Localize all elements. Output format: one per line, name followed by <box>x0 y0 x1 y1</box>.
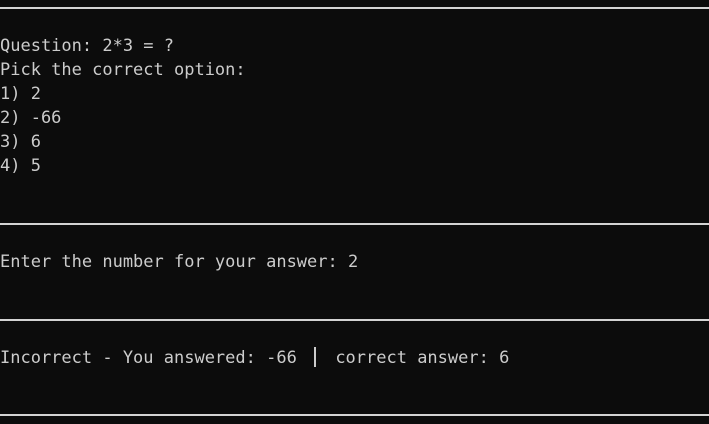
option-2: 2) -66 <box>0 108 62 128</box>
question-instruction: Pick the correct option: <box>0 60 246 80</box>
correct-answer: correct answer: 6 <box>335 348 510 368</box>
option-3: 3) 6 <box>0 132 41 152</box>
result-status: Incorrect - You answered: -66 <box>0 348 297 368</box>
option-1: 1) 2 <box>0 84 41 104</box>
divider-after-question <box>0 223 709 225</box>
answer-prompt-label: Enter the number for your answer: <box>0 252 348 272</box>
answer-input-value[interactable]: 2 <box>348 252 358 272</box>
bottom-divider <box>0 414 709 416</box>
top-divider <box>0 7 709 9</box>
divider-after-input <box>0 319 709 321</box>
answer-prompt-line[interactable]: Enter the number for your answer: 2 <box>0 250 358 274</box>
result-separator <box>307 347 325 367</box>
option-4: 4) 5 <box>0 156 41 176</box>
result-line: Incorrect - You answered: -66 correct an… <box>0 346 509 370</box>
question-text: Question: 2*3 = ? <box>0 36 174 56</box>
